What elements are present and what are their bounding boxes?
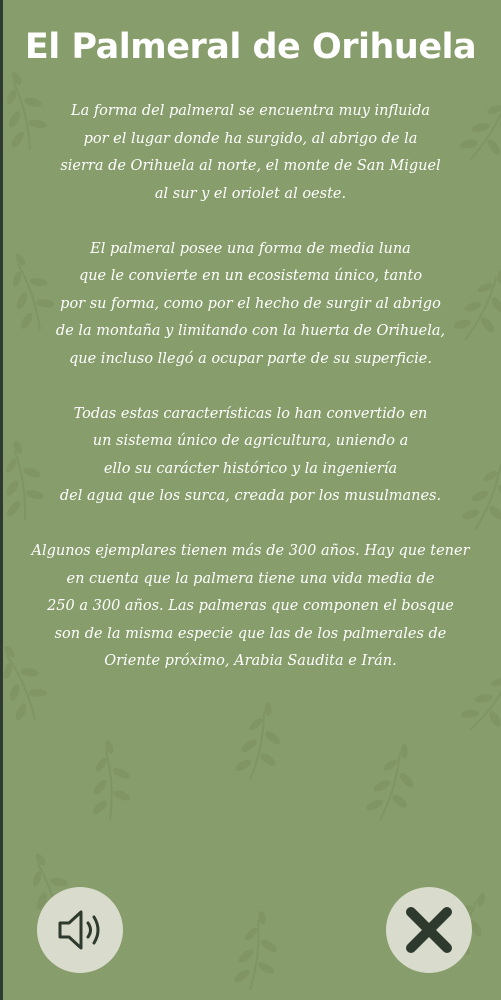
text-line: La forma del palmeral se encuentra muy i… [70, 103, 431, 119]
text-line: Algunos ejemplares tienen más de 300 año… [31, 543, 470, 559]
paragraph-1: La forma del palmeral se encuentra muy i… [12, 98, 489, 208]
text-line: 250 a 300 años. Las palmeras que compone… [47, 598, 454, 614]
text-line: por su forma, como por el hecho de surgi… [60, 295, 441, 312]
text-line: El palmeral posee una forma de media lun… [90, 240, 411, 257]
text-line: Oriente próximo, Arabia Saudita e Irán. [104, 653, 397, 669]
page-title: El Palmeral de Orihuela [24, 27, 477, 67]
text-line: al sur y el oriolet al oeste. [154, 185, 347, 202]
text-line: ello su carácter histórico y la ingenier… [103, 460, 398, 477]
text-line: sierra de Orihuela al norte, el monte de… [60, 158, 441, 174]
text-line: son de la misma especie que las de los p… [54, 625, 447, 642]
text-line: de la montaña y limitando con la huerta … [55, 323, 446, 339]
text-line: que incluso llegó a ocupar parte de su s… [69, 350, 432, 367]
paragraph-2: El palmeral posee una forma de media lun… [12, 236, 489, 374]
close-button[interactable] [386, 887, 472, 973]
text-line: un sistema único de agricultura, uniendo… [92, 433, 409, 449]
close-icon [406, 907, 452, 953]
text-line: del agua que los surca, creada por los m… [59, 488, 442, 504]
paragraph-4: Algunos ejemplares tienen más de 300 año… [12, 538, 489, 676]
description-text: La forma del palmeral se encuentra muy i… [12, 98, 489, 703]
left-edge [0, 0, 3, 1000]
sound-button[interactable] [37, 887, 123, 973]
text-line: por el lugar donde ha surgido, al abrigo… [83, 130, 418, 147]
text-line: que le convierte en un ecosistema único,… [78, 268, 423, 284]
text-line: Todas estas características lo han conve… [73, 405, 428, 422]
text-line: en cuenta que la palmera tiene una vida … [66, 570, 435, 587]
paragraph-3: Todas estas características lo han conve… [12, 401, 489, 511]
speaker-icon [58, 910, 100, 950]
